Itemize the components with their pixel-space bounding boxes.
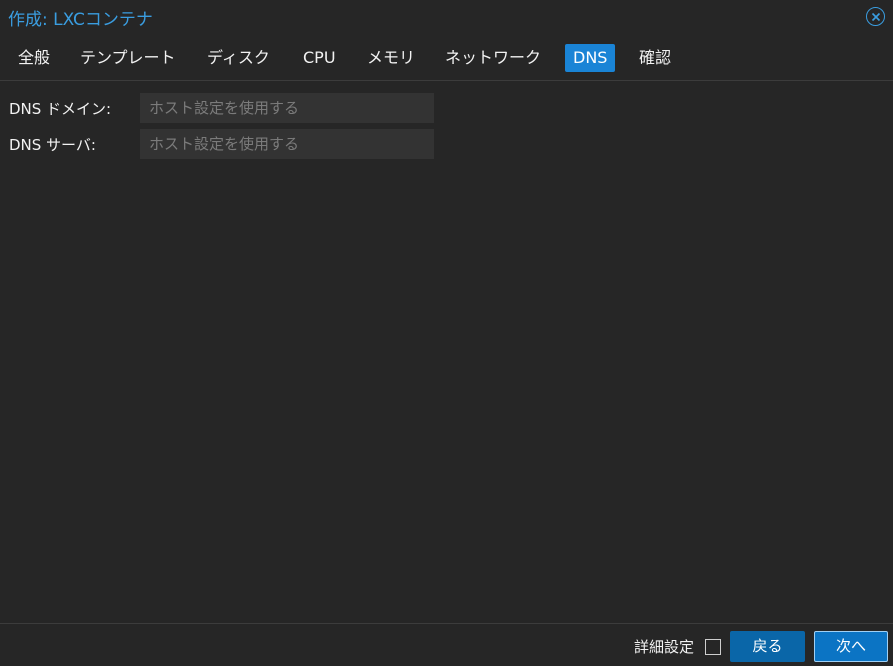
wizard-tab-bar: 全般 テンプレート ディスク CPU メモリ ネットワーク DNS 確認: [0, 43, 893, 81]
close-icon[interactable]: [866, 7, 885, 26]
tab-network[interactable]: ネットワーク: [437, 44, 549, 72]
next-button[interactable]: 次へ: [814, 631, 888, 662]
back-button[interactable]: 戻る: [730, 631, 805, 662]
dialog-title: 作成: LXCコンテナ: [8, 10, 153, 30]
dns-domain-input[interactable]: [140, 93, 434, 123]
dns-domain-label: DNS ドメイン:: [9, 100, 112, 118]
dns-server-row: DNS サーバ:: [0, 129, 440, 159]
tab-dns[interactable]: DNS: [565, 44, 616, 72]
tab-confirm[interactable]: 確認: [631, 44, 679, 72]
advanced-label: 詳細設定: [634, 638, 695, 656]
create-lxc-dialog: 作成: LXCコンテナ 全般 テンプレート ディスク CPU メモリ ネットワー…: [0, 0, 893, 666]
dialog-titlebar: 作成: LXCコンテナ: [0, 0, 893, 34]
dns-server-input[interactable]: [140, 129, 434, 159]
tab-cpu[interactable]: CPU: [295, 44, 344, 72]
tab-disk[interactable]: ディスク: [199, 44, 278, 72]
tab-memory[interactable]: メモリ: [359, 44, 423, 72]
dialog-footer: 詳細設定 戻る 次へ: [0, 623, 893, 666]
tab-general[interactable]: 全般: [10, 44, 58, 72]
advanced-checkbox[interactable]: [705, 639, 721, 655]
dns-server-label: DNS サーバ:: [9, 136, 96, 154]
dns-domain-row: DNS ドメイン:: [0, 93, 440, 123]
tab-template[interactable]: テンプレート: [72, 44, 184, 72]
